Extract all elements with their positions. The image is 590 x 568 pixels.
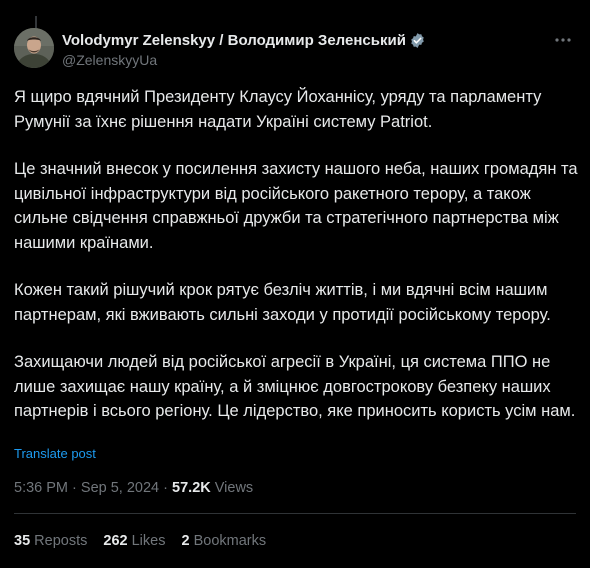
bookmarks-count: 2 <box>181 533 190 549</box>
likes-stat[interactable]: 262 Likes <box>103 533 165 549</box>
post-header: Volodymyr Zelenskyy / Володимир Зеленськ… <box>14 28 576 70</box>
more-options-icon <box>555 38 571 42</box>
post-paragraph: Кожен такий рішучий крок рятує безліч жи… <box>14 281 551 324</box>
meta-separator: · <box>163 480 168 496</box>
post-paragraph: Це значний внесок у посилення захисту на… <box>14 160 578 252</box>
post-paragraph: Захищаючи людей від російської агресії в… <box>14 353 576 420</box>
bookmarks-label: Bookmarks <box>193 533 267 549</box>
display-name-line: Volodymyr Zelenskyy / Володимир Зеленськ… <box>62 30 426 50</box>
author-names: Volodymyr Zelenskyy / Володимир Зеленськ… <box>62 30 426 68</box>
post-time[interactable]: 5:36 PM <box>14 480 68 496</box>
bookmarks-stat[interactable]: 2 Bookmarks <box>181 533 266 549</box>
likes-count: 262 <box>103 533 128 549</box>
views-count: 57.2K <box>172 480 211 496</box>
translate-post-link[interactable]: Translate post <box>14 446 96 461</box>
post-text: Я щиро вдячний Президенту Клаусу Йоханні… <box>14 85 579 424</box>
more-options-button[interactable] <box>550 30 576 50</box>
reposts-stat[interactable]: 35 Reposts <box>14 533 87 549</box>
thread-connector-line <box>35 16 37 28</box>
reposts-label: Reposts <box>34 533 88 549</box>
meta-separator: · <box>72 480 77 496</box>
post-meta: 5:36 PM · Sep 5, 2024 · 57.2K Views <box>14 480 253 496</box>
post-date[interactable]: Sep 5, 2024 <box>81 480 159 496</box>
avatar[interactable] <box>14 28 54 68</box>
likes-label: Likes <box>131 533 166 549</box>
verified-badge-icon[interactable] <box>409 32 426 49</box>
engagement-stats: 35 Reposts 262 Likes 2 Bookmarks <box>14 533 266 549</box>
divider <box>14 513 576 514</box>
author-display-name[interactable]: Volodymyr Zelenskyy / Володимир Зеленськ… <box>62 32 406 49</box>
post-paragraph: Я щиро вдячний Президенту Клаусу Йоханні… <box>14 88 542 131</box>
avatar-image <box>14 28 54 68</box>
views-label: Views <box>214 480 254 496</box>
author-handle[interactable]: @ZelenskyyUa <box>62 52 426 68</box>
reposts-count: 35 <box>14 533 31 549</box>
